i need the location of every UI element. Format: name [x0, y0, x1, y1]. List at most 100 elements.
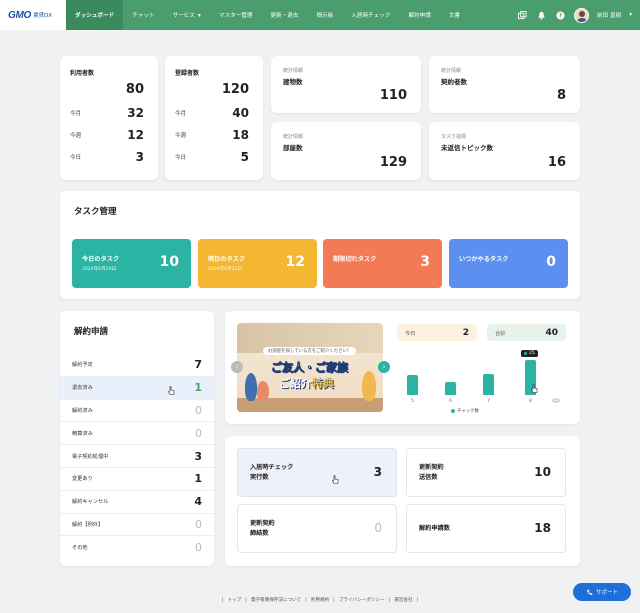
top-nav: GMO 賃貸DX ダッシュボード チャット サービス ▾ マスター管理 更新・退去…: [0, 0, 640, 30]
tile-value: 10: [159, 254, 179, 270]
card-title: 契約者数: [441, 78, 467, 86]
support-button[interactable]: サポート: [573, 583, 631, 601]
tomorrow-task-tile[interactable]: 明日のタスク 2024年6月21日 12: [198, 239, 317, 288]
list-item[interactable]: 解約予定 7: [60, 353, 214, 376]
total-chat-pill: 合計 40: [487, 324, 566, 341]
user-name[interactable]: 前田 直樹: [597, 11, 621, 19]
users-total: 80: [125, 82, 144, 97]
footer-link-top[interactable]: トップ: [225, 598, 243, 603]
nav-label: 揭示板: [316, 13, 334, 19]
person-illustration: [362, 371, 376, 401]
move-in-check-box[interactable]: 入居時チェック 実行数 3: [237, 448, 397, 497]
help-icon[interactable]: ?: [555, 10, 566, 21]
footer-link-company[interactable]: 運営会社: [392, 598, 414, 603]
list-item[interactable]: 解約キャンセル 4: [60, 489, 214, 513]
avatar[interactable]: [574, 7, 590, 23]
buildings-card[interactable]: 統計情報 建物数 110: [271, 56, 421, 113]
cancellation-count-box[interactable]: 解約申請数 18: [406, 504, 566, 553]
item-label: 解約【例外】: [72, 521, 104, 528]
nav-item-documents[interactable]: 文書: [440, 0, 469, 30]
nav-label: チャット: [132, 13, 155, 19]
footer-link-terms[interactable]: 利用規約: [309, 598, 331, 603]
stat-value: 32: [127, 106, 144, 120]
item-value: 0: [195, 403, 202, 417]
item-value: 4: [194, 495, 202, 509]
list-item[interactable]: 解約【例外】 0: [60, 512, 214, 536]
nav-item-board[interactable]: 揭示板: [307, 0, 342, 30]
card-value: 8: [556, 88, 566, 103]
box-title-1: 更新契約: [419, 464, 444, 471]
stat-row: 今月 40: [175, 106, 249, 120]
nav-label: サービス: [172, 13, 195, 19]
list-item[interactable]: 退去済み 1: [60, 375, 214, 399]
stat-row: 今週 12: [70, 128, 144, 142]
users-card: 利用者数 80 今月 32 今週 12 今日 3: [60, 56, 158, 180]
card-title: 建物数: [283, 78, 303, 86]
chevron-down-icon: ▾: [197, 11, 201, 19]
chart-bar[interactable]: [445, 382, 456, 395]
rooms-card[interactable]: 統計情報 部屋数 129: [271, 122, 421, 180]
card-title: 部屋数: [283, 144, 303, 152]
box-title-2: 送信数: [419, 474, 438, 481]
stat-row: 今月 32: [70, 106, 144, 120]
list-item[interactable]: その他 0: [60, 535, 214, 558]
chevron-down-icon[interactable]: ▾: [629, 12, 632, 18]
box-value: 3: [373, 465, 382, 479]
item-label: 解約キャンセル: [72, 499, 109, 506]
today-task-tile[interactable]: 今日のタスク 2024年6月20日 10: [72, 239, 191, 288]
bell-icon[interactable]: [536, 10, 547, 21]
tile-title: 期限切れタスク: [333, 256, 377, 263]
stat-label: 今日: [70, 155, 82, 161]
card-title: 未返信トピック数: [441, 144, 493, 152]
brand-logo[interactable]: GMO 賃貸DX: [0, 0, 66, 30]
overdue-task-tile[interactable]: 期限切れタスク 3: [323, 239, 442, 288]
hand-cursor-icon: [531, 384, 538, 393]
stat-row: 今週 18: [175, 128, 249, 142]
tile-date: 2024年6月21日: [208, 267, 243, 272]
prev-slide-button[interactable]: ‹: [231, 361, 243, 373]
nav-item-chat[interactable]: チャット: [123, 0, 163, 30]
nav-item-move-in-check[interactable]: 入居時チェック: [342, 0, 399, 30]
nav-label: ダッシュボード: [75, 13, 115, 19]
card-value: 129: [379, 155, 407, 170]
x-tick-label: 6: [449, 398, 452, 403]
logo-text: GMO: [8, 9, 31, 21]
cancellation-card: 解約申請 解約予定 7 退去済み 1 解約済み 0 精算済み 0 電子契約処理中 3 変更…: [60, 311, 214, 566]
unreplied-topics-card[interactable]: タスク指標 未返信トピック数 16: [429, 122, 580, 180]
phone-icon: [587, 589, 593, 595]
stat-label: 今月: [70, 111, 82, 117]
renewal-signed-box[interactable]: 更新契約 締結数 0: [237, 504, 397, 553]
footer-link-ebook[interactable]: 電子帳簿保存法について: [249, 598, 303, 603]
tile-title: いつかやるタスク: [459, 256, 509, 263]
banner-headline-1: ご友人・ご家族: [271, 361, 349, 375]
today-chat-pill: 今日 2: [397, 324, 477, 341]
nav-item-cancellation[interactable]: 解約申請: [399, 0, 439, 30]
tooltip-dot: [524, 352, 527, 355]
tile-title: 明日のタスク: [208, 256, 246, 263]
list-item[interactable]: 精算済み 0: [60, 421, 214, 444]
copy-window-icon[interactable]: [517, 10, 528, 21]
stat-value: 3: [135, 150, 144, 164]
referral-banner[interactable]: お部屋を探している方をご紹介ください！ ご友人・ご家族 ご紹介特典: [237, 323, 383, 412]
nav-item-renewal[interactable]: 更新・退去: [261, 0, 307, 30]
chart-bar[interactable]: [483, 374, 494, 395]
item-value: 0: [195, 426, 202, 440]
list-item[interactable]: 電子契約処理中 3: [60, 444, 214, 467]
nav-item-dashboard[interactable]: ダッシュボード: [66, 0, 124, 30]
footer-link-privacy[interactable]: プライバシーポリシー: [337, 598, 387, 603]
list-item[interactable]: 変更あり 1: [60, 466, 214, 490]
nav-item-service[interactable]: サービス ▾: [164, 0, 210, 30]
item-label: 電子契約処理中: [72, 453, 109, 460]
banner-headline-2a: ご紹介: [279, 377, 312, 390]
box-title-2: 実行数: [250, 474, 269, 481]
chart-bar[interactable]: [407, 375, 418, 395]
list-item[interactable]: 解約済み 0: [60, 398, 214, 422]
item-label: 解約済み: [72, 407, 93, 414]
nav-item-master[interactable]: マスター管理: [210, 0, 262, 30]
renewal-sent-box[interactable]: 更新契約 送信数 10: [406, 448, 566, 497]
contractors-card[interactable]: 統計情報 契約者数 8: [429, 56, 580, 113]
person-illustration: [257, 381, 269, 401]
someday-task-tile[interactable]: いつかやるタスク 0: [449, 239, 568, 288]
chat-bar-chart: 5 6 7 8 (月) 25 チャック数: [397, 347, 567, 419]
next-slide-button[interactable]: ›: [378, 361, 390, 373]
